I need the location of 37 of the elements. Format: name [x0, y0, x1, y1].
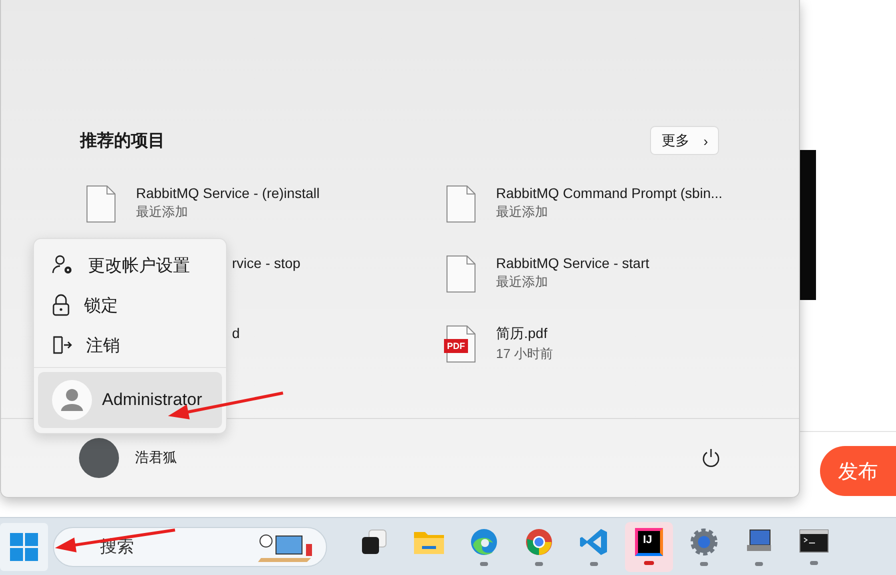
person-icon	[52, 380, 92, 420]
item-title: d	[232, 325, 240, 341]
section-title: 推荐的项目	[80, 130, 165, 152]
item-subtitle: 最近添加	[136, 203, 189, 221]
start-button[interactable]	[0, 522, 48, 570]
recommended-item[interactable]: RabbitMQ Service - start 最近添加	[446, 255, 722, 325]
avatar-photo-placeholder	[79, 438, 119, 478]
item-title: RabbitMQ Service - (re)install	[136, 185, 320, 201]
recommended-item[interactable]: PDF 简历.pdf 17 小时前	[446, 325, 722, 395]
more-button[interactable]: 更多 ›	[650, 126, 719, 155]
document-icon	[446, 185, 476, 223]
lock-icon	[52, 294, 70, 316]
task-view-icon	[360, 528, 388, 556]
item-subtitle: 17 小时前	[496, 345, 554, 363]
item-title: RabbitMQ Service - start	[496, 255, 650, 271]
document-icon	[86, 185, 116, 223]
sign-out-icon	[52, 335, 72, 355]
item-title: rvice - stop	[232, 255, 300, 271]
code-editor-icon	[579, 527, 609, 557]
item-title: 简历.pdf	[496, 325, 548, 343]
menu-item[interactable]: 锁定	[34, 285, 226, 325]
chrome-icon	[524, 527, 554, 557]
item-subtitle: 最近添加	[496, 203, 549, 221]
person-gear-icon	[52, 254, 74, 276]
user-switch-item[interactable]: Administrator	[38, 372, 222, 428]
intellij-icon: IJ	[635, 528, 663, 556]
item-title: RabbitMQ Command Prompt (sbin...	[496, 185, 722, 201]
document-icon	[446, 255, 476, 293]
settings-icon	[689, 527, 719, 557]
windows-logo-icon	[10, 532, 38, 560]
user-button[interactable]: 浩君狐	[79, 438, 177, 478]
menu-item[interactable]: 注销	[34, 325, 226, 365]
item-subtitle: 最近添加	[496, 273, 549, 291]
power-icon[interactable]	[701, 448, 721, 468]
recommended-item[interactable]: RabbitMQ Command Prompt (sbin... 最近添加	[446, 185, 722, 255]
edge-icon	[469, 527, 499, 557]
taskbar-app[interactable]: IJ	[625, 522, 673, 572]
